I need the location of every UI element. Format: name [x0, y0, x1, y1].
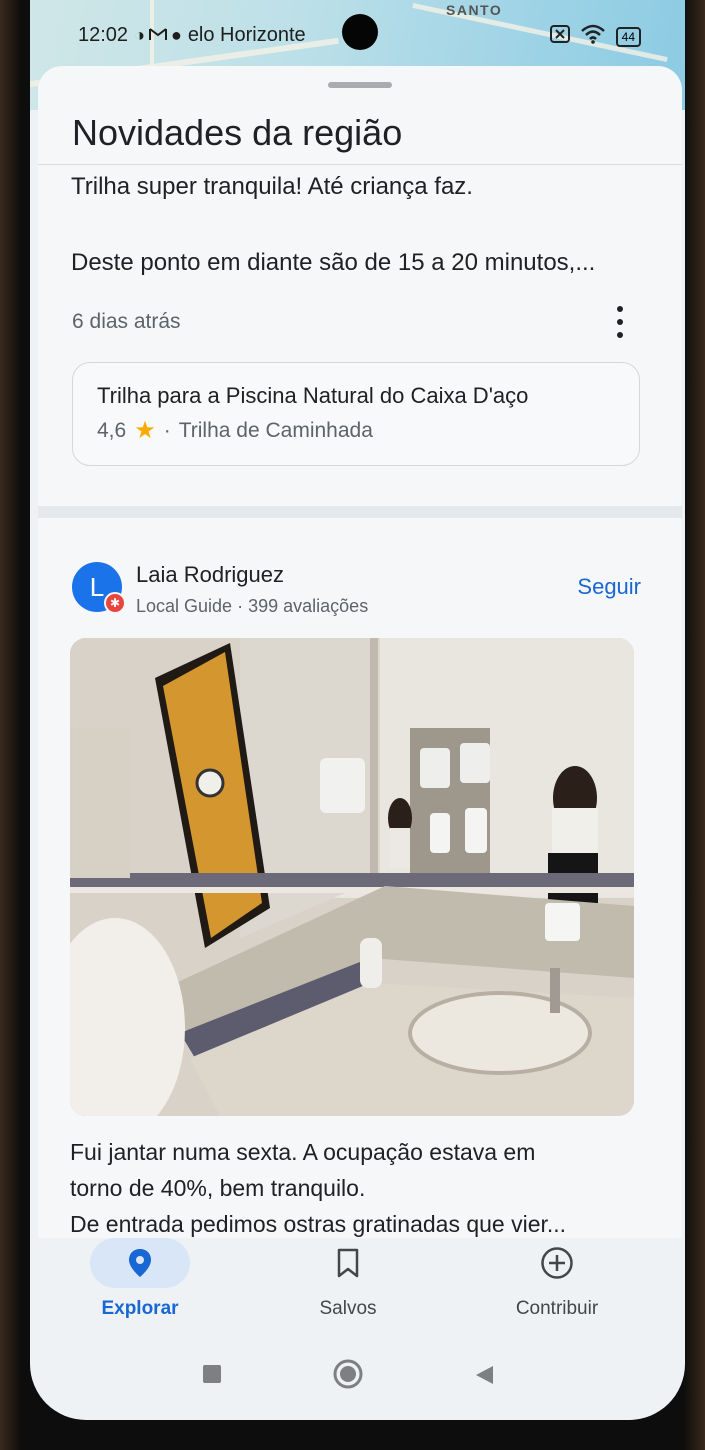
- back-triangle-icon: [476, 1366, 493, 1384]
- meta-separator: ·: [163, 419, 171, 442]
- review-time: 6 dias atrás: [72, 310, 181, 333]
- restroom-photo-illustration: [70, 638, 634, 1116]
- clock: 12:02: [78, 23, 129, 46]
- review-line: De entrada pedimos ostras gratinadas que…: [70, 1211, 567, 1237]
- drag-handle[interactable]: [328, 82, 392, 88]
- author-row: L ✱ Laia Rodriguez Local Guide · 399 ava…: [72, 556, 647, 620]
- sim-icon: [549, 25, 570, 48]
- sheet-title: Novidades da região: [72, 112, 403, 153]
- author-level: Local Guide: [136, 596, 233, 616]
- nav-contribute[interactable]: Contribuir: [477, 1238, 637, 1320]
- wifi-icon: [580, 24, 606, 49]
- review-line: torno de 40%, bem tranquilo.: [70, 1175, 366, 1201]
- battery-icon: 44: [615, 26, 641, 47]
- bottom-sheet: Novidades da região Trilha super tranqui…: [38, 66, 682, 1246]
- nav-label-contribute: Contribuir: [515, 1298, 599, 1319]
- place-name: Trilha para a Piscina Natural do Caixa D…: [97, 383, 529, 408]
- map-label: SANTO: [446, 2, 503, 18]
- location-pin-icon: [129, 1249, 151, 1277]
- home-button[interactable]: [332, 1358, 364, 1395]
- review-line: Fui jantar numa sexta. A ocupação estava…: [70, 1139, 536, 1165]
- gmail-icon: [148, 25, 167, 46]
- divider: [38, 164, 682, 165]
- add-circle-icon: [541, 1247, 573, 1279]
- place-category: Trilha de Caminhada: [178, 419, 373, 442]
- follow-button[interactable]: Seguir: [577, 574, 641, 600]
- review-photo[interactable]: [70, 638, 634, 1116]
- place-meta: 4,6 ★ · Trilha de Caminhada: [97, 419, 373, 443]
- front-camera: [342, 14, 378, 50]
- nav-label-explore: Explorar: [101, 1298, 179, 1319]
- back-button[interactable]: [473, 1364, 495, 1391]
- section-separator: [38, 506, 682, 518]
- bottom-navigation: Explorar Salvos Contribuir: [30, 1238, 685, 1348]
- location-text: elo Horizonte: [187, 23, 306, 46]
- system-navigation: [30, 1350, 685, 1406]
- local-guide-badge-icon: ✱: [104, 592, 126, 614]
- data-saver-icon: ◑: [134, 24, 145, 45]
- author-name[interactable]: Laia Rodriguez: [136, 562, 284, 588]
- author-separator: ·: [237, 596, 244, 616]
- nav-explore[interactable]: Explorar: [60, 1238, 220, 1320]
- nav-label-saved: Salvos: [319, 1298, 377, 1319]
- home-circle-icon: [333, 1359, 363, 1389]
- screen: SANTO 12:02 ◑ ● elo Horizonte 44 Novidad…: [30, 0, 685, 1420]
- bookmark-icon: [337, 1248, 359, 1278]
- notification-icon: ●: [170, 24, 182, 45]
- review-line: Deste ponto em diante são de 15 a 20 min…: [71, 249, 596, 276]
- phone-frame: SANTO 12:02 ◑ ● elo Horizonte 44 Novidad…: [0, 0, 705, 1450]
- review-line: Trilha super tranquila! Até criança faz.: [71, 173, 473, 200]
- author-reviews: 399 avaliações: [248, 596, 369, 616]
- square-icon: [203, 1365, 221, 1383]
- author-subtitle: Local Guide · 399 avaliações: [136, 596, 368, 617]
- recents-button[interactable]: [202, 1364, 222, 1389]
- status-icons-right: 44: [549, 24, 641, 49]
- more-options-icon[interactable]: [610, 306, 630, 338]
- place-card[interactable]: Trilha para a Piscina Natural do Caixa D…: [72, 362, 640, 466]
- place-rating: 4,6: [97, 419, 127, 442]
- nav-saved[interactable]: Salvos: [268, 1238, 428, 1320]
- review-text[interactable]: Trilha super tranquila! Até criança faz.…: [71, 172, 651, 278]
- star-icon: ★: [134, 417, 156, 444]
- review-text[interactable]: Fui jantar numa sexta. A ocupação estava…: [70, 1134, 660, 1242]
